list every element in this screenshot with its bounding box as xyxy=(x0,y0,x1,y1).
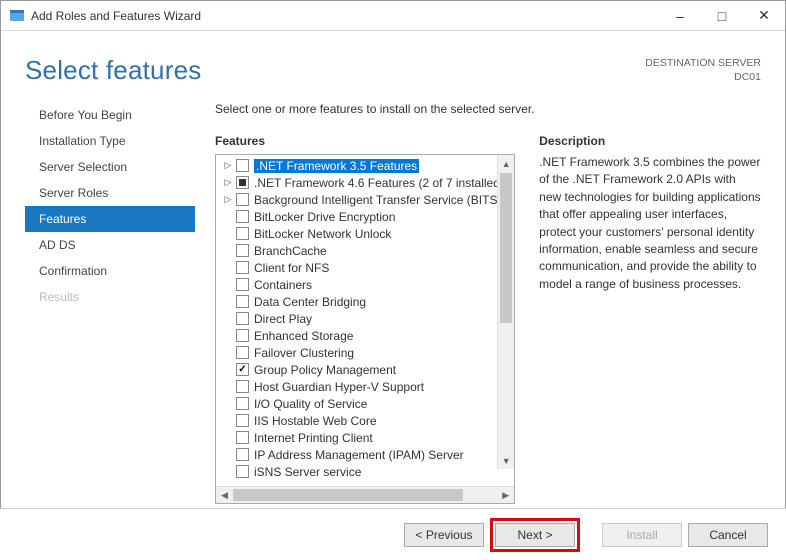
feature-label[interactable]: .NET Framework 4.6 Features (2 of 7 inst… xyxy=(254,176,504,190)
next-button[interactable]: Next > xyxy=(495,523,575,547)
destination-server: DESTINATION SERVER DC01 xyxy=(645,55,761,84)
feature-checkbox[interactable] xyxy=(236,261,249,274)
install-button[interactable]: Install xyxy=(602,523,682,547)
feature-checkbox[interactable] xyxy=(236,329,249,342)
wizard-step[interactable]: Server Selection xyxy=(25,154,195,180)
feature-label[interactable]: Data Center Bridging xyxy=(254,295,366,309)
feature-label[interactable]: Enhanced Storage xyxy=(254,329,353,343)
page-header: Select features DESTINATION SERVER DC01 xyxy=(1,31,785,96)
wizard-step[interactable]: AD DS xyxy=(25,232,195,258)
feature-checkbox[interactable] xyxy=(236,227,249,240)
feature-checkbox[interactable] xyxy=(236,176,249,189)
feature-checkbox[interactable] xyxy=(236,244,249,257)
feature-item[interactable]: Internet Printing Client xyxy=(218,429,512,446)
feature-label[interactable]: .NET Framework 3.5 Features xyxy=(254,159,419,173)
maximize-button[interactable]: □ xyxy=(701,1,743,30)
features-section-label: Features xyxy=(215,134,515,148)
feature-checkbox[interactable] xyxy=(236,295,249,308)
feature-item[interactable]: BitLocker Network Unlock xyxy=(218,225,512,242)
description-section-label: Description xyxy=(539,134,761,148)
feature-checkbox[interactable] xyxy=(236,210,249,223)
expand-caret-icon[interactable]: ▷ xyxy=(222,194,234,205)
feature-label[interactable]: IIS Hostable Web Core xyxy=(254,414,377,428)
expand-caret-icon[interactable]: ▷ xyxy=(222,177,234,188)
description-text: .NET Framework 3.5 combines the power of… xyxy=(539,154,761,293)
window-title: Add Roles and Features Wizard xyxy=(31,9,659,23)
feature-checkbox[interactable] xyxy=(236,397,249,410)
horizontal-scrollbar[interactable]: ◀ ▶ xyxy=(216,486,514,503)
feature-item[interactable]: IIS Hostable Web Core xyxy=(218,412,512,429)
feature-checkbox[interactable] xyxy=(236,346,249,359)
feature-item[interactable]: BranchCache xyxy=(218,242,512,259)
feature-item[interactable]: Host Guardian Hyper-V Support xyxy=(218,378,512,395)
wizard-step[interactable]: Confirmation xyxy=(25,258,195,284)
next-button-highlight: Next > xyxy=(490,518,580,552)
hscroll-thumb[interactable] xyxy=(233,489,463,501)
feature-item[interactable]: ▷ .NET Framework 3.5 Features xyxy=(218,157,512,174)
minimize-button[interactable]: – xyxy=(659,1,701,30)
feature-item[interactable]: ▷ Background Intelligent Transfer Service… xyxy=(218,191,512,208)
feature-item[interactable]: IP Address Management (IPAM) Server xyxy=(218,446,512,463)
feature-label[interactable]: BitLocker Network Unlock xyxy=(254,227,391,241)
prompt-text: Select one or more features to install o… xyxy=(215,96,761,134)
steps-sidebar: Before You BeginInstallation TypeServer … xyxy=(25,96,195,504)
feature-label[interactable]: Containers xyxy=(254,278,312,292)
feature-label[interactable]: Internet Printing Client xyxy=(254,431,373,445)
app-icon xyxy=(9,8,25,24)
feature-checkbox[interactable] xyxy=(236,312,249,325)
dest-value: DC01 xyxy=(645,71,761,85)
feature-item[interactable]: I/O Quality of Service xyxy=(218,395,512,412)
feature-checkbox[interactable] xyxy=(236,193,249,206)
feature-item[interactable]: Enhanced Storage xyxy=(218,327,512,344)
feature-label[interactable]: Client for NFS xyxy=(254,261,329,275)
cancel-button[interactable]: Cancel xyxy=(688,523,768,547)
features-listbox[interactable]: ▷ .NET Framework 3.5 Features ▷ .NET Framew… xyxy=(215,154,515,504)
page-title: Select features xyxy=(25,55,645,86)
titlebar: Add Roles and Features Wizard – □ ✕ xyxy=(1,1,785,31)
feature-item[interactable]: Direct Play xyxy=(218,310,512,327)
wizard-step[interactable]: Server Roles xyxy=(25,180,195,206)
vscroll-thumb[interactable] xyxy=(500,173,512,323)
feature-label[interactable]: Group Policy Management xyxy=(254,363,396,377)
feature-item[interactable]: Containers xyxy=(218,276,512,293)
feature-label[interactable]: Host Guardian Hyper-V Support xyxy=(254,380,424,394)
close-button[interactable]: ✕ xyxy=(743,1,785,30)
wizard-footer: < Previous Next > Install Cancel xyxy=(0,508,786,560)
feature-label[interactable]: Direct Play xyxy=(254,312,312,326)
wizard-step[interactable]: Before You Begin xyxy=(25,102,195,128)
feature-item[interactable]: iSNS Server service xyxy=(218,463,512,480)
feature-item[interactable]: Group Policy Management xyxy=(218,361,512,378)
dest-label: DESTINATION SERVER xyxy=(645,57,761,71)
feature-label[interactable]: Failover Clustering xyxy=(254,346,354,360)
feature-label[interactable]: I/O Quality of Service xyxy=(254,397,367,411)
feature-checkbox[interactable] xyxy=(236,414,249,427)
scroll-left-icon[interactable]: ◀ xyxy=(216,487,233,503)
expand-caret-icon[interactable]: ▷ xyxy=(222,160,234,171)
previous-button[interactable]: < Previous xyxy=(404,523,484,547)
feature-checkbox[interactable] xyxy=(236,380,249,393)
feature-label[interactable]: BranchCache xyxy=(254,244,327,258)
feature-item[interactable]: ▷ .NET Framework 4.6 Features (2 of 7 ins… xyxy=(218,174,512,191)
feature-checkbox[interactable] xyxy=(236,431,249,444)
wizard-step[interactable]: Installation Type xyxy=(25,128,195,154)
vertical-scrollbar[interactable]: ▲ ▼ xyxy=(497,155,514,469)
feature-item[interactable]: Data Center Bridging xyxy=(218,293,512,310)
feature-checkbox[interactable] xyxy=(236,159,249,172)
scroll-up-icon[interactable]: ▲ xyxy=(498,155,514,172)
wizard-step[interactable]: Features xyxy=(25,206,195,232)
wizard-step: Results xyxy=(25,284,195,310)
feature-label[interactable]: BitLocker Drive Encryption xyxy=(254,210,395,224)
feature-item[interactable]: Client for NFS xyxy=(218,259,512,276)
scroll-down-icon[interactable]: ▼ xyxy=(498,452,514,469)
feature-label[interactable]: iSNS Server service xyxy=(254,465,361,479)
scroll-right-icon[interactable]: ▶ xyxy=(497,487,514,503)
feature-checkbox[interactable] xyxy=(236,278,249,291)
feature-item[interactable]: Failover Clustering xyxy=(218,344,512,361)
feature-checkbox[interactable] xyxy=(236,363,249,376)
feature-item[interactable]: BitLocker Drive Encryption xyxy=(218,208,512,225)
feature-checkbox[interactable] xyxy=(236,465,249,478)
feature-label[interactable]: IP Address Management (IPAM) Server xyxy=(254,448,464,462)
feature-checkbox[interactable] xyxy=(236,448,249,461)
feature-label[interactable]: Background Intelligent Transfer Service … xyxy=(254,193,501,207)
